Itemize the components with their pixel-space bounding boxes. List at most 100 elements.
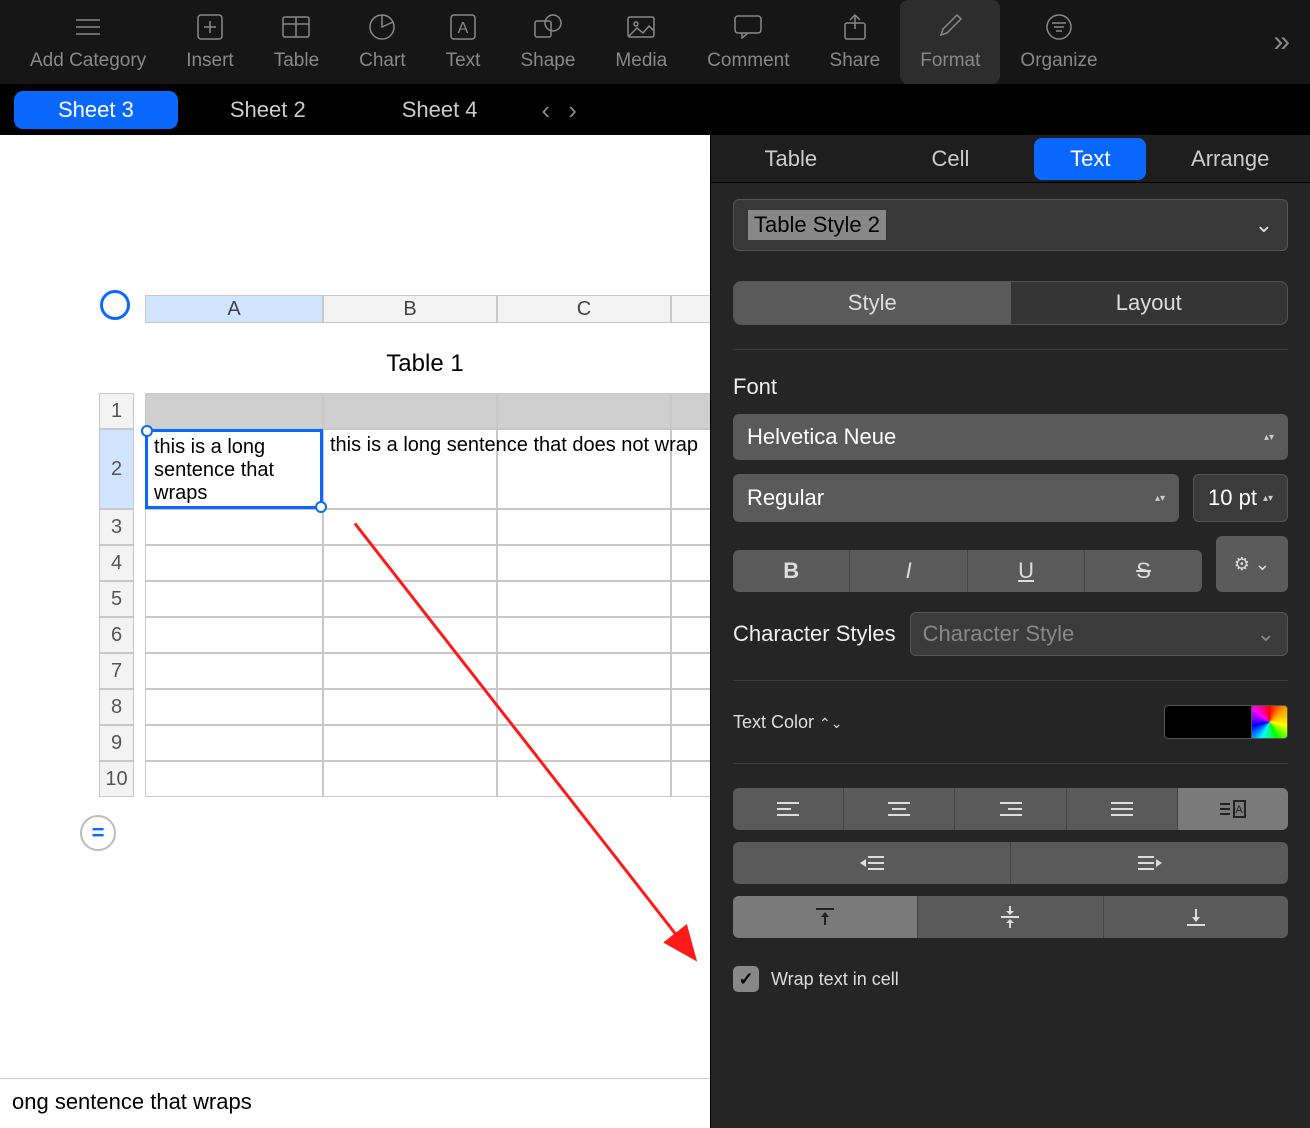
chart-button[interactable]: Chart xyxy=(339,0,425,84)
formula-bar[interactable]: ong sentence that wraps xyxy=(0,1078,710,1128)
cell-b9[interactable] xyxy=(323,725,497,761)
media-button[interactable]: Media xyxy=(595,0,687,84)
font-family-select[interactable]: Helvetica Neue ▴▾ xyxy=(733,414,1288,460)
font-advanced-button[interactable]: ⚙︎ ⌄ xyxy=(1216,536,1288,592)
segment-layout[interactable]: Layout xyxy=(1011,282,1288,324)
sheet-prev-button[interactable]: ‹ xyxy=(536,95,557,126)
cell-a6[interactable] xyxy=(145,617,323,653)
row-header-9[interactable]: 9 xyxy=(99,725,134,761)
selection-handle-br[interactable] xyxy=(315,501,327,513)
cell-d3[interactable] xyxy=(671,509,710,545)
text-color-swatch[interactable] xyxy=(1164,705,1252,739)
row-header-4[interactable]: 4 xyxy=(99,545,134,581)
cell-d1[interactable] xyxy=(671,393,710,429)
cell-d7[interactable] xyxy=(671,653,710,689)
shape-button[interactable]: Shape xyxy=(500,0,595,84)
add-category-button[interactable]: Add Category xyxy=(10,0,166,84)
table-title[interactable]: Table 1 xyxy=(145,350,705,378)
row-header-2[interactable]: 2 xyxy=(99,429,134,509)
color-wheel-button[interactable] xyxy=(1252,705,1288,739)
row-header-1[interactable]: 1 xyxy=(99,393,134,429)
format-button[interactable]: Format xyxy=(900,0,1000,84)
organize-button[interactable]: Organize xyxy=(1000,0,1117,84)
cell-a5[interactable] xyxy=(145,581,323,617)
cell-c4[interactable] xyxy=(497,545,671,581)
sheet-tab-3[interactable]: Sheet 3 xyxy=(14,91,178,129)
align-justify-button[interactable] xyxy=(1067,788,1178,830)
valign-middle-button[interactable] xyxy=(918,896,1103,938)
cell-a1[interactable] xyxy=(145,393,323,429)
cell-d4[interactable] xyxy=(671,545,710,581)
cell-b2[interactable]: this is a long sentence that does not wr… xyxy=(323,429,497,509)
toolbar-overflow[interactable]: » xyxy=(1273,25,1300,59)
font-size-field[interactable]: 10 pt ▴▾ xyxy=(1193,474,1288,522)
cell-d6[interactable] xyxy=(671,617,710,653)
cell-a10[interactable] xyxy=(145,761,323,797)
inspector-tab-cell[interactable]: Cell xyxy=(871,138,1031,180)
cell-c8[interactable] xyxy=(497,689,671,725)
insert-button[interactable]: Insert xyxy=(166,0,254,84)
outdent-button[interactable] xyxy=(733,842,1011,884)
inspector-tab-arrange[interactable]: Arrange xyxy=(1150,138,1310,180)
table-button[interactable]: Table xyxy=(254,0,339,84)
row-header-10[interactable]: 10 xyxy=(99,761,134,797)
selection-handle-tl[interactable] xyxy=(141,425,153,437)
cell-d9[interactable] xyxy=(671,725,710,761)
add-row-col-handle[interactable]: = xyxy=(80,815,116,851)
cell-a4[interactable] xyxy=(145,545,323,581)
cell-c5[interactable] xyxy=(497,581,671,617)
character-style-select[interactable]: Character Style ⌄ xyxy=(910,612,1288,656)
column-header-a[interactable]: A xyxy=(145,295,323,323)
align-center-button[interactable] xyxy=(844,788,955,830)
valign-top-button[interactable] xyxy=(733,896,918,938)
table-select-handle[interactable] xyxy=(100,290,130,320)
cell-c7[interactable] xyxy=(497,653,671,689)
row-header-3[interactable]: 3 xyxy=(99,509,134,545)
row-header-7[interactable]: 7 xyxy=(99,653,134,689)
column-header-c[interactable]: C xyxy=(497,295,671,323)
cell-a3[interactable] xyxy=(145,509,323,545)
cell-c3[interactable] xyxy=(497,509,671,545)
cell-c6[interactable] xyxy=(497,617,671,653)
row-header-5[interactable]: 5 xyxy=(99,581,134,617)
sheet-tab-4[interactable]: Sheet 4 xyxy=(358,91,522,129)
valign-bottom-button[interactable] xyxy=(1104,896,1288,938)
cell-d8[interactable] xyxy=(671,689,710,725)
cell-d10[interactable] xyxy=(671,761,710,797)
cell-b10[interactable] xyxy=(323,761,497,797)
row-header-6[interactable]: 6 xyxy=(99,617,134,653)
sheet-next-button[interactable]: › xyxy=(562,95,583,126)
italic-button[interactable]: I xyxy=(850,550,967,592)
cell-b1[interactable] xyxy=(323,393,497,429)
cell-a9[interactable] xyxy=(145,725,323,761)
strikethrough-button[interactable]: S xyxy=(1085,550,1201,592)
spreadsheet-canvas[interactable]: A B C Table 1 1 2 3 4 5 6 7 8 9 10 xyxy=(0,135,710,1128)
column-header-d[interactable] xyxy=(671,295,710,323)
align-left-button[interactable] xyxy=(733,788,844,830)
underline-button[interactable]: U xyxy=(968,550,1085,592)
text-button[interactable]: A Text xyxy=(426,0,501,84)
segment-style[interactable]: Style xyxy=(734,282,1011,324)
cell-a8[interactable] xyxy=(145,689,323,725)
cell-b4[interactable] xyxy=(323,545,497,581)
cell-a2[interactable]: this is a long sentence that wraps xyxy=(145,429,323,509)
bold-button[interactable]: B xyxy=(733,550,850,592)
inspector-tab-table[interactable]: Table xyxy=(711,138,871,180)
cell-d5[interactable] xyxy=(671,581,710,617)
column-header-b[interactable]: B xyxy=(323,295,497,323)
row-header-8[interactable]: 8 xyxy=(99,689,134,725)
share-button[interactable]: Share xyxy=(810,0,901,84)
align-right-button[interactable] xyxy=(955,788,1066,830)
cell-c1[interactable] xyxy=(497,393,671,429)
inspector-tab-text[interactable]: Text xyxy=(1034,138,1146,180)
align-auto-button[interactable]: A xyxy=(1178,788,1288,830)
comment-button[interactable]: Comment xyxy=(687,0,809,84)
wrap-text-checkbox[interactable]: ✓ xyxy=(733,966,759,992)
cell-a7[interactable] xyxy=(145,653,323,689)
cell-c10[interactable] xyxy=(497,761,671,797)
sheet-tab-2[interactable]: Sheet 2 xyxy=(186,91,350,129)
cell-b6[interactable] xyxy=(323,617,497,653)
indent-button[interactable] xyxy=(1011,842,1288,884)
paragraph-style-select[interactable]: Table Style 2 ⌄ xyxy=(733,199,1288,251)
font-weight-select[interactable]: Regular ▴▾ xyxy=(733,474,1179,522)
